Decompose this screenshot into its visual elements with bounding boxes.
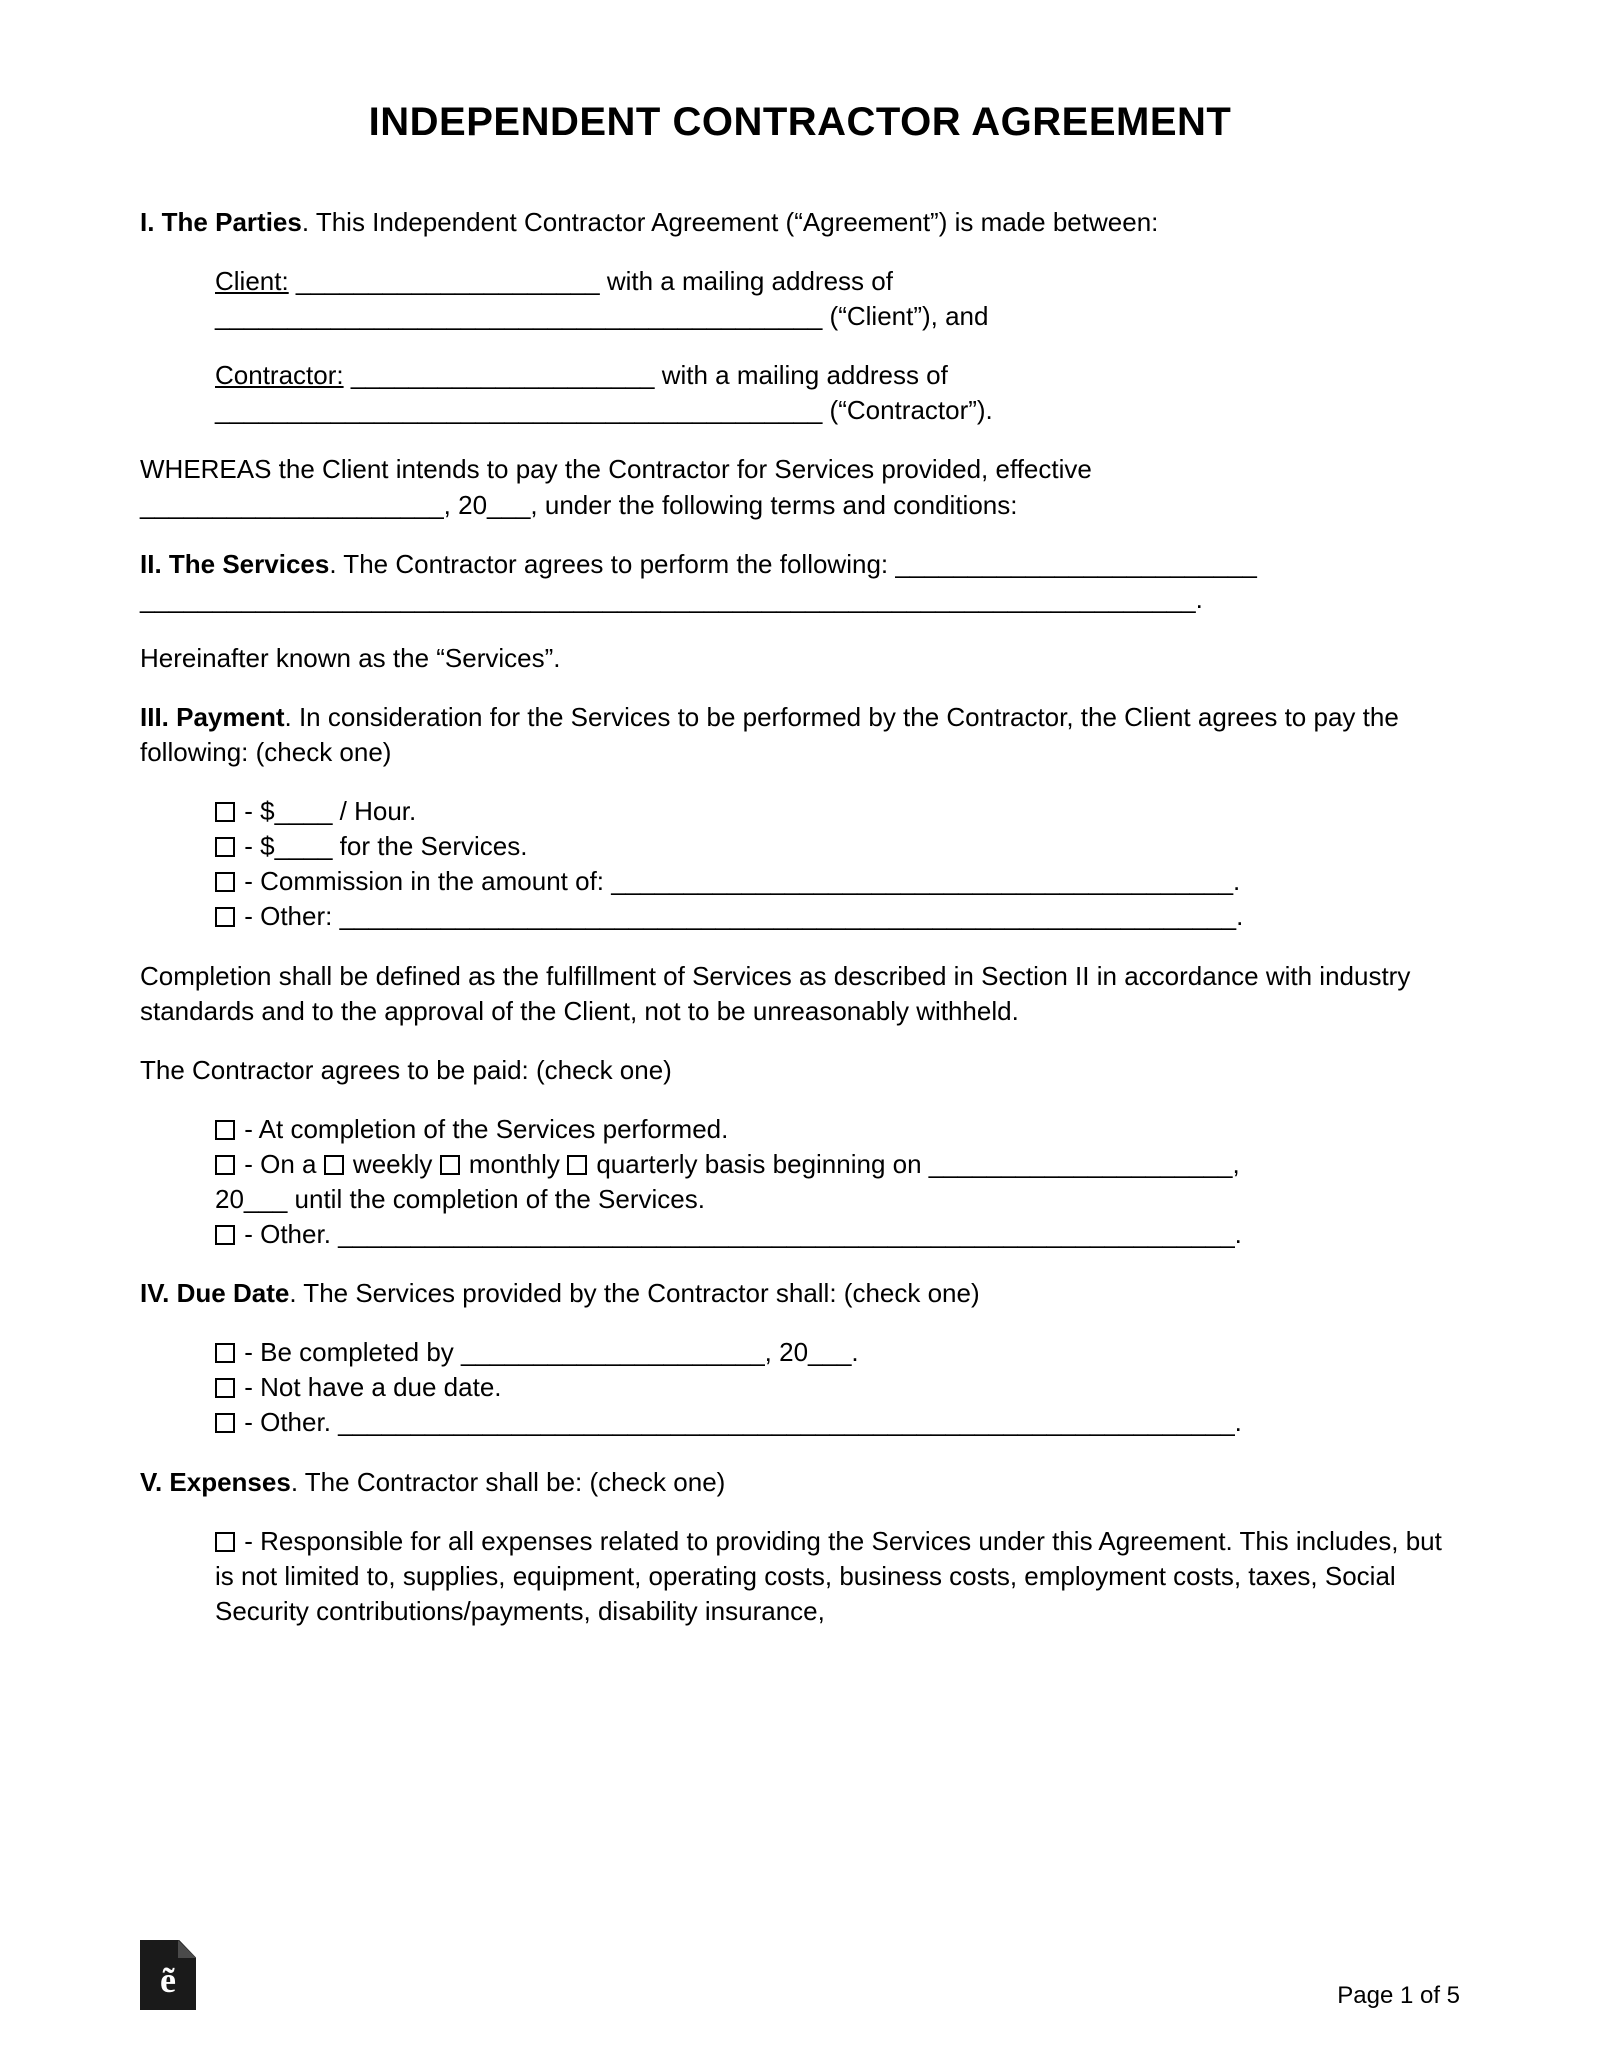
section-5-intro: V. Expenses. The Contractor shall be: (c… [140,1465,1460,1500]
whereas-line1: WHEREAS the Client intends to pay the Co… [140,454,1092,484]
opt-other-pay: - Other: _______________________________… [237,901,1243,931]
section-5-intro-text: . The Contractor shall be: (check one) [291,1467,726,1497]
opt-periodic-b: 20___ until the completion of the Servic… [215,1184,705,1214]
whereas-para: WHEREAS the Client intends to pay the Co… [140,452,1460,522]
opt-due-by: - Be completed by _____________________,… [237,1337,859,1367]
checkbox-due-by[interactable] [215,1343,235,1363]
section-4-intro: IV. Due Date. The Services provided by t… [140,1276,1460,1311]
section-5-heading: V. Expenses [140,1467,291,1497]
opt-monthly: monthly [462,1149,568,1179]
checkbox-commission[interactable] [215,872,235,892]
client-mail-text: with a mailing address of [607,266,893,296]
checkbox-hourly[interactable] [215,802,235,822]
hereinafter: Hereinafter known as the “Services”. [140,641,1460,676]
section-3-intro: III. Payment. In consideration for the S… [140,700,1460,770]
contractor-label: Contractor: [215,360,344,390]
completion-para: Completion shall be defined as the fulfi… [140,959,1460,1029]
opt-commission: - Commission in the amount of: _________… [237,866,1240,896]
section-3-intro-text: . In consideration for the Services to b… [140,702,1399,767]
checkbox-due-other[interactable] [215,1413,235,1433]
section-1-intro: I. The Parties. This Independent Contrac… [140,205,1460,240]
client-blank[interactable]: _____________________ [289,266,607,296]
opt-weekly: weekly [346,1149,440,1179]
whereas-line2: _____________________, 20___, under the … [140,490,1017,520]
document-page: INDEPENDENT CONTRACTOR AGREEMENT I. The … [0,0,1600,1629]
checkbox-other-pay[interactable] [215,907,235,927]
logo-glyph: e͂ [140,1962,196,1998]
checkbox-flat[interactable] [215,837,235,857]
contractor-addr-blank[interactable]: ________________________________________… [215,395,830,425]
checkbox-no-due[interactable] [215,1378,235,1398]
doc-title: INDEPENDENT CONTRACTOR AGREEMENT [140,100,1460,145]
contractor-block: Contractor: _____________________ with a… [215,358,1460,428]
eforms-logo-icon: e͂ [140,1940,196,2010]
payment-options: - $____ / Hour. - $____ for the Services… [215,794,1460,934]
checkbox-quarterly[interactable] [567,1155,587,1175]
opt-exp-responsible: - Responsible for all expenses related t… [215,1526,1442,1626]
expenses-options: - Responsible for all expenses related t… [215,1524,1460,1629]
section-1-heading: I. The Parties [140,207,302,237]
opt-due-other: - Other. _______________________________… [237,1407,1242,1437]
client-tag: (“Client”), and [830,301,989,331]
client-block: Client: _____________________ with a mai… [215,264,1460,334]
section-2-heading: II. The Services [140,549,329,579]
contractor-tag: (“Contractor”). [830,395,993,425]
checkbox-at-completion[interactable] [215,1120,235,1140]
contractor-mail-text: with a mailing address of [662,360,948,390]
checkbox-monthly[interactable] [440,1155,460,1175]
duedate-options: - Be completed by _____________________,… [215,1335,1460,1440]
opt-flat: - $____ for the Services. [237,831,527,861]
client-addr-blank[interactable]: ________________________________________… [215,301,830,331]
checkbox-other-paid[interactable] [215,1225,235,1245]
opt-hourly: - $____ / Hour. [237,796,416,826]
opt-other-paid: - Other. _______________________________… [237,1219,1242,1249]
section-2: II. The Services. The Contractor agrees … [140,547,1460,617]
opt-periodic-a: - On a [237,1149,324,1179]
opt-quarterly: quarterly basis beginning on ___________… [589,1149,1240,1179]
paid-options: - At completion of the Services performe… [215,1112,1460,1252]
contractor-blank[interactable]: _____________________ [344,360,662,390]
section-4-intro-text: . The Services provided by the Contracto… [289,1278,979,1308]
section-3-heading: III. Payment [140,702,285,732]
opt-at-completion: - At completion of the Services performe… [237,1114,728,1144]
section-2-line2: ________________________________________… [140,584,1203,614]
client-label: Client: [215,266,289,296]
section-1-intro-text: . This Independent Contractor Agreement … [302,207,1159,237]
checkbox-periodic[interactable] [215,1155,235,1175]
opt-no-due: - Not have a due date. [237,1372,502,1402]
checkbox-exp-responsible[interactable] [215,1532,235,1552]
section-2-intro: . The Contractor agrees to perform the f… [329,549,1257,579]
page-footer: e͂ Page 1 of 5 [140,1940,1460,2010]
checkbox-weekly[interactable] [324,1155,344,1175]
section-4-heading: IV. Due Date [140,1278,289,1308]
paid-intro: The Contractor agrees to be paid: (check… [140,1053,1460,1088]
page-number: Page 1 of 5 [1337,1982,1460,2010]
